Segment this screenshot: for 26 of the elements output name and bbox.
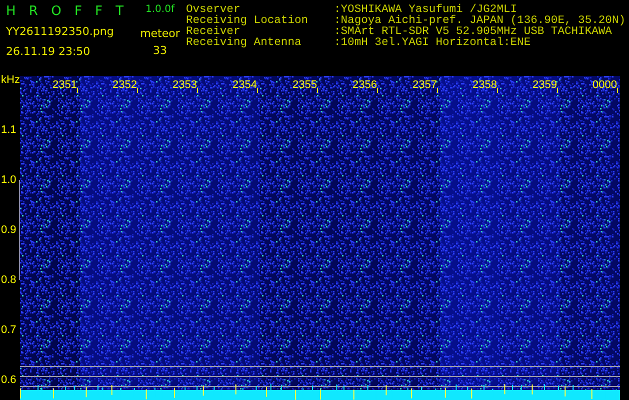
version-label: 1.0.0f	[146, 3, 174, 17]
frequency-label: 0.9	[1, 224, 16, 236]
info-value: :Nagoya Aichi-pref. JAPAN (136.90E, 35.20N)	[334, 16, 626, 27]
frequency-label: 0.8	[1, 274, 16, 286]
info-value: :10mH 3el.YAGI Horizontal:ENE	[334, 38, 531, 49]
frequency-label: 0.6	[1, 374, 16, 386]
app-title: H R O F F T	[6, 3, 128, 21]
info-label: Receiving Antenna	[186, 38, 302, 49]
time-label: 2352	[112, 79, 137, 91]
frequency-label: 1.1	[1, 124, 16, 136]
counter-label: meteor	[140, 27, 180, 41]
info-label: Ovserver	[186, 5, 240, 16]
info-value: :YOSHIKAWA Yasufumi /JG2MLI	[334, 5, 518, 16]
counter-value: 33	[153, 44, 167, 58]
info-value: :SMArt RTL-SDR V5 52.905MHz USB TACHIKAWA	[334, 27, 612, 38]
info-label: Receiver	[186, 27, 240, 38]
file-name: YY2611192350.png	[6, 25, 114, 39]
time-label: 2353	[172, 79, 197, 91]
time-label: 2358	[472, 79, 497, 91]
time-label: 2359	[532, 79, 557, 91]
info-label: Receiving Location	[186, 16, 310, 27]
time-label: 2354	[232, 79, 257, 91]
unit-label: kHz	[1, 74, 20, 86]
frequency-label: 0.7	[1, 324, 16, 336]
date-time: 26.11.19 23:50	[6, 45, 90, 59]
frequency-label: 1.0	[1, 174, 16, 186]
